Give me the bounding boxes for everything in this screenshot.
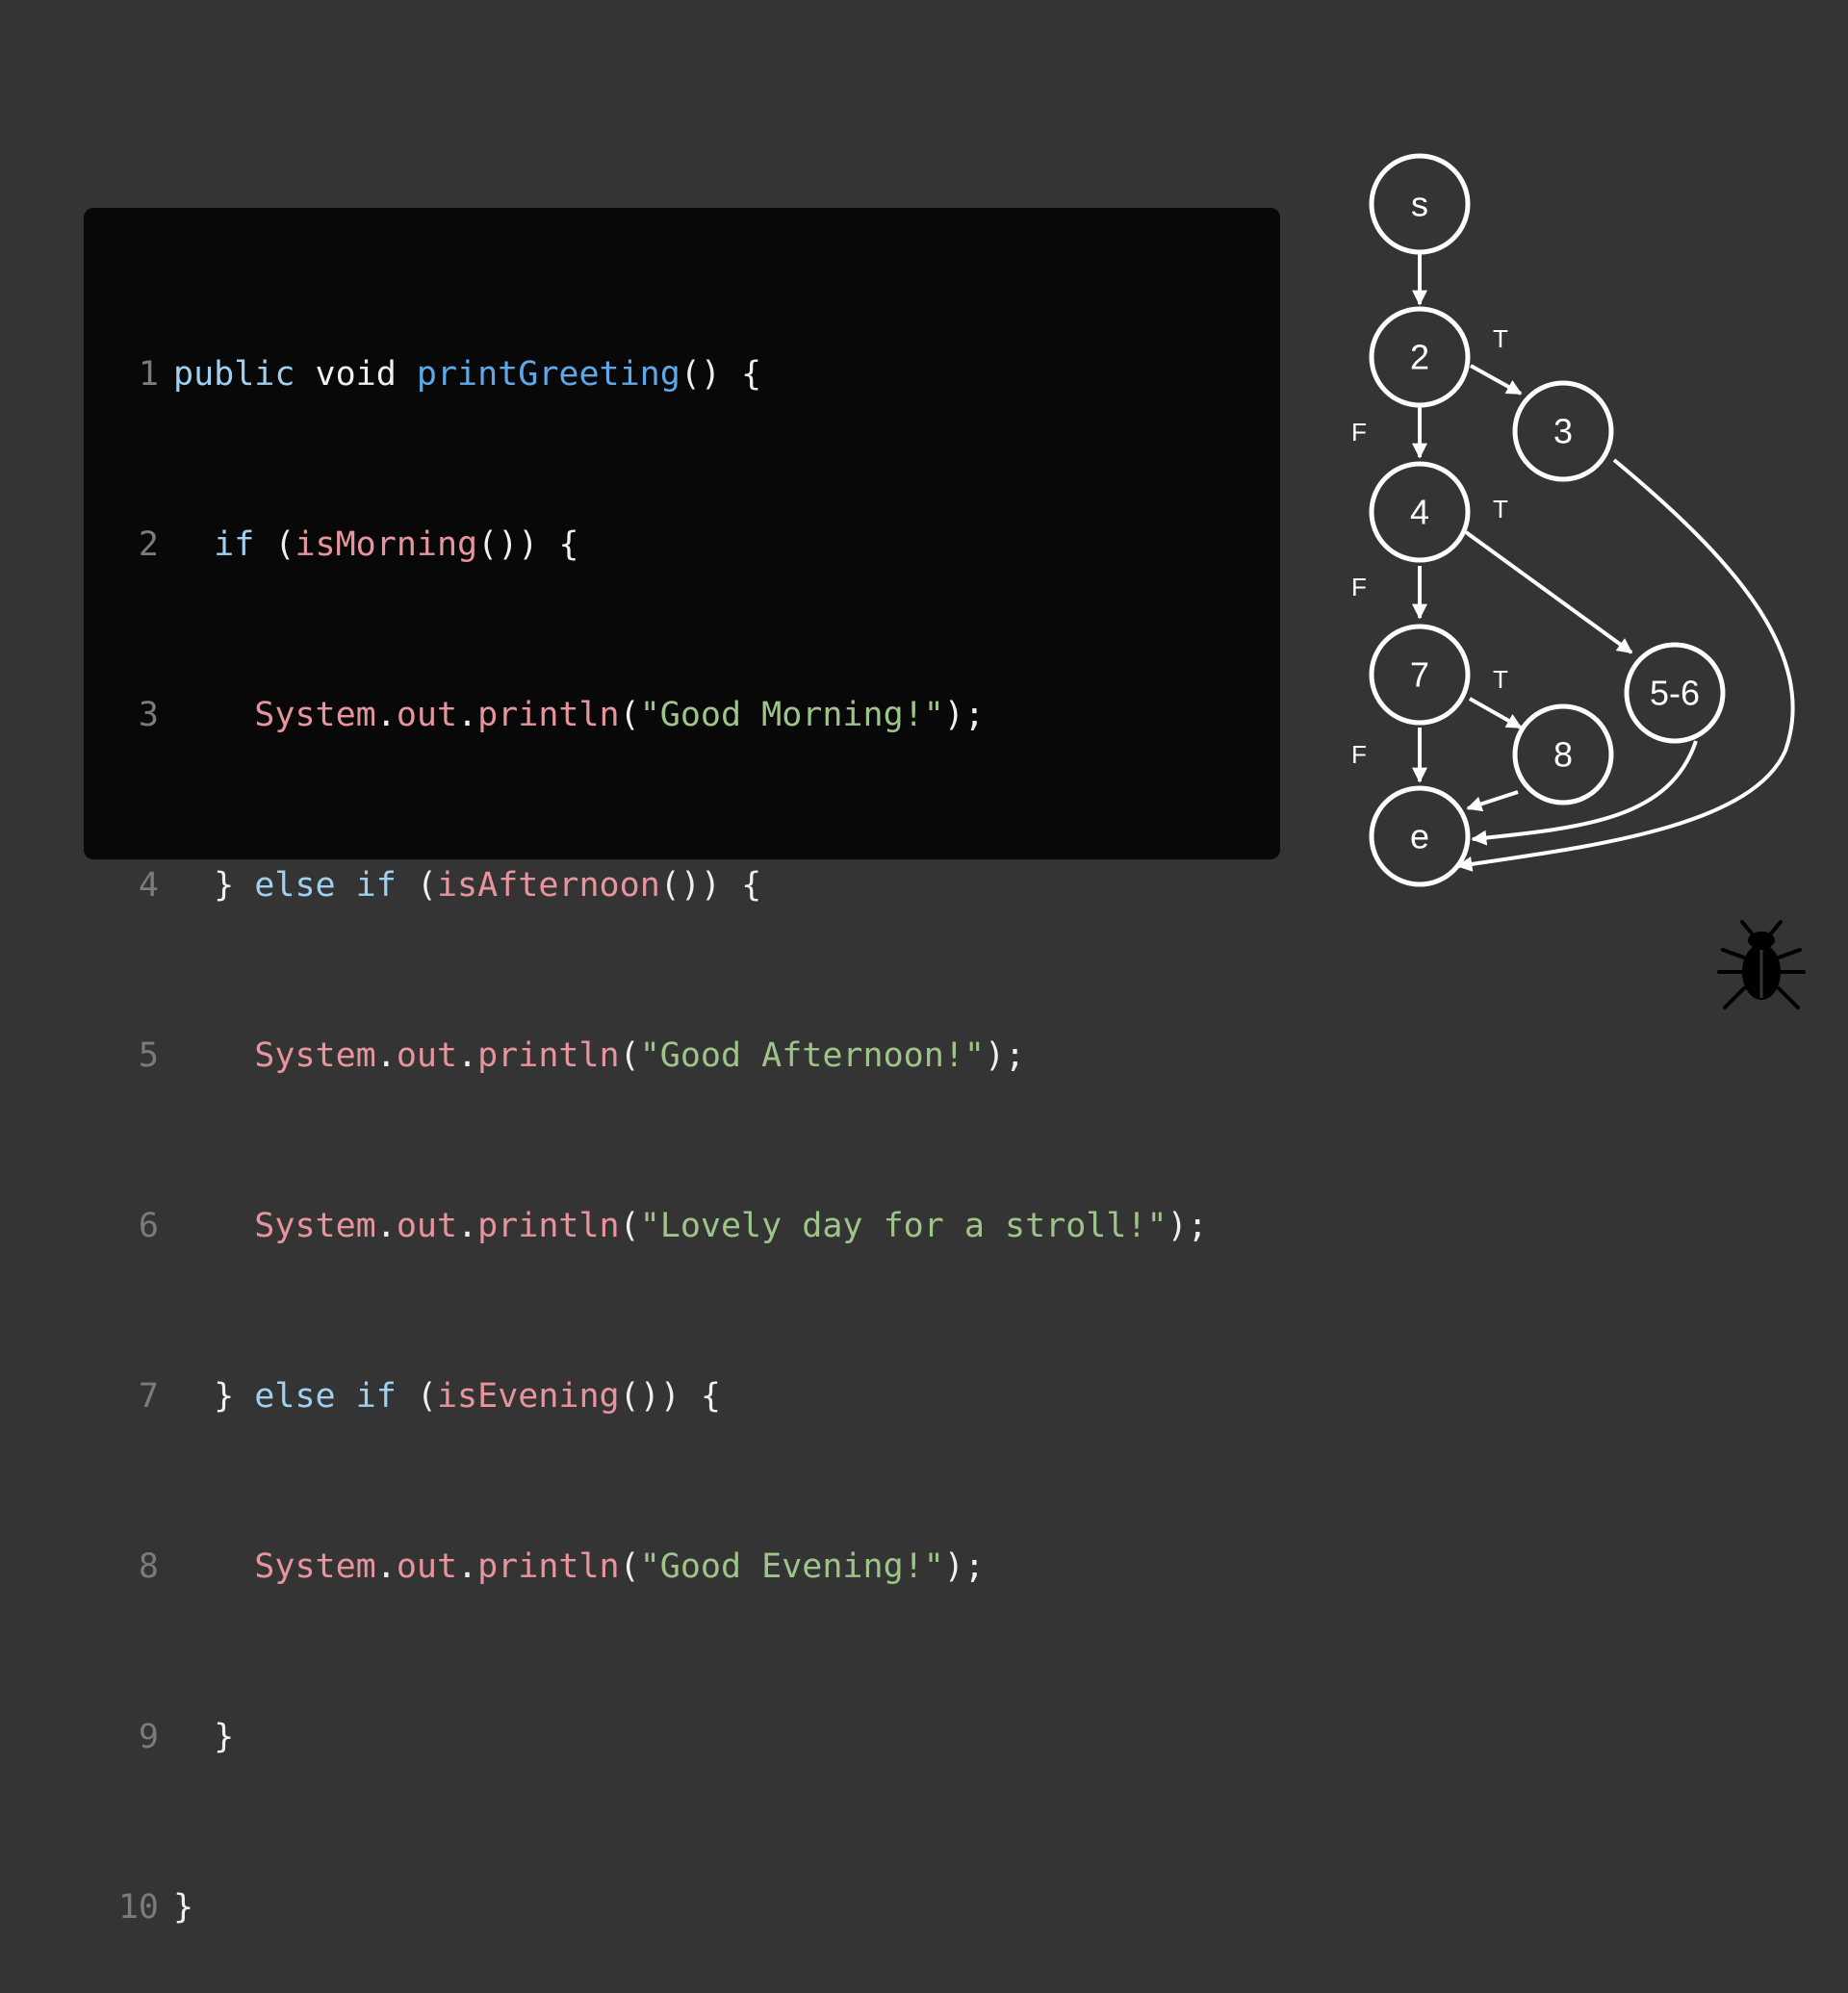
node-4: 4: [1369, 461, 1471, 563]
line-number: 8: [138, 1547, 159, 1586]
code-token: );: [984, 1036, 1026, 1075]
edge-2-3: [1470, 364, 1523, 396]
code-token: .: [457, 1207, 478, 1245]
line-number: 7: [138, 1377, 159, 1416]
code-token: else: [254, 1377, 336, 1416]
code-token: isEvening: [436, 1377, 620, 1416]
code-token: System: [254, 1207, 376, 1245]
node-e: e: [1369, 785, 1471, 887]
code-token: (: [619, 1036, 640, 1075]
code-line: 6 System.out.println("Lovely day for a s…: [0, 1198, 1208, 1255]
node-label: 7: [1410, 655, 1429, 695]
edge-8-e: [1466, 790, 1519, 812]
edge-label-4-false: F: [1351, 573, 1367, 601]
edge-label-7-false: F: [1351, 740, 1367, 769]
node-label: s: [1411, 185, 1428, 224]
line-number: 10: [117, 1888, 159, 1927]
edge-label-4-true: T: [1493, 495, 1508, 524]
edge-4-56: [1464, 530, 1633, 654]
node-label: 2: [1410, 338, 1429, 377]
code-token: );: [1167, 1207, 1208, 1245]
node-label: 3: [1553, 412, 1573, 451]
code-line: 10}: [0, 1879, 193, 1936]
bug-icon: [1717, 920, 1806, 1009]
node-s: s: [1369, 153, 1471, 255]
code-token: (: [619, 1207, 640, 1245]
code-token: ()) {: [619, 1377, 721, 1416]
code-source: System.out.println("Good Evening!");: [173, 1539, 985, 1596]
code-token: out: [396, 1547, 458, 1586]
node-label: 8: [1553, 735, 1573, 775]
code-line: 9 }: [0, 1709, 234, 1766]
code-token: }: [173, 1377, 255, 1416]
edge-56-e: [1471, 740, 1698, 846]
code-token: (: [396, 1377, 437, 1416]
edge-7-8: [1469, 697, 1523, 729]
code-token: System: [254, 1036, 376, 1075]
code-token: }: [173, 1718, 235, 1756]
code-line: 8 System.out.println("Good Evening!");: [0, 1539, 985, 1596]
code-token: "Lovely day for a stroll!": [639, 1207, 1168, 1245]
edge-3-e: [1456, 458, 1795, 872]
code-source: System.out.println("Lovely day for a str…: [173, 1198, 1208, 1255]
code-source: }: [173, 1709, 234, 1766]
code-token: .: [375, 1547, 397, 1586]
control-flow-graph: s 2 3 4 5-6 7 8 e T F T F T F: [1351, 153, 1795, 887]
node-label: 4: [1410, 493, 1429, 532]
code-token: println: [477, 1036, 620, 1075]
node-8: 8: [1512, 703, 1614, 805]
node-3: 3: [1512, 380, 1614, 482]
code-token: (: [619, 1547, 640, 1586]
code-token: out: [396, 1207, 458, 1245]
code-token: System: [254, 1547, 376, 1586]
line-number: 6: [138, 1207, 159, 1245]
code-token: .: [375, 1036, 397, 1075]
code-line: 7 } else if (isEvening()) {: [0, 1368, 721, 1425]
code-token: println: [477, 1547, 620, 1586]
node-5-6: 5-6: [1624, 642, 1726, 744]
code-token: }: [173, 1888, 194, 1927]
code-token: "Good Evening!": [639, 1547, 944, 1586]
node-2: 2: [1369, 306, 1471, 408]
code-token: out: [396, 1036, 458, 1075]
line-number: 9: [138, 1718, 159, 1756]
code-token: println: [477, 1207, 620, 1245]
code-token: );: [943, 1547, 985, 1586]
edge-label-7-true: T: [1493, 665, 1508, 694]
node-label: 5-6: [1650, 674, 1700, 713]
code-token: .: [375, 1207, 397, 1245]
code-source: } else if (isEvening()) {: [173, 1368, 721, 1425]
edge-label-2-true: T: [1493, 324, 1508, 353]
code-source: }: [173, 1879, 193, 1936]
code-token: .: [457, 1547, 478, 1586]
edge-label-2-false: F: [1351, 418, 1367, 447]
code-token: .: [457, 1036, 478, 1075]
node-7: 7: [1369, 624, 1471, 726]
code-token: if: [355, 1377, 397, 1416]
node-label: e: [1410, 817, 1429, 856]
code-token: "Good Afternoon!": [639, 1036, 985, 1075]
